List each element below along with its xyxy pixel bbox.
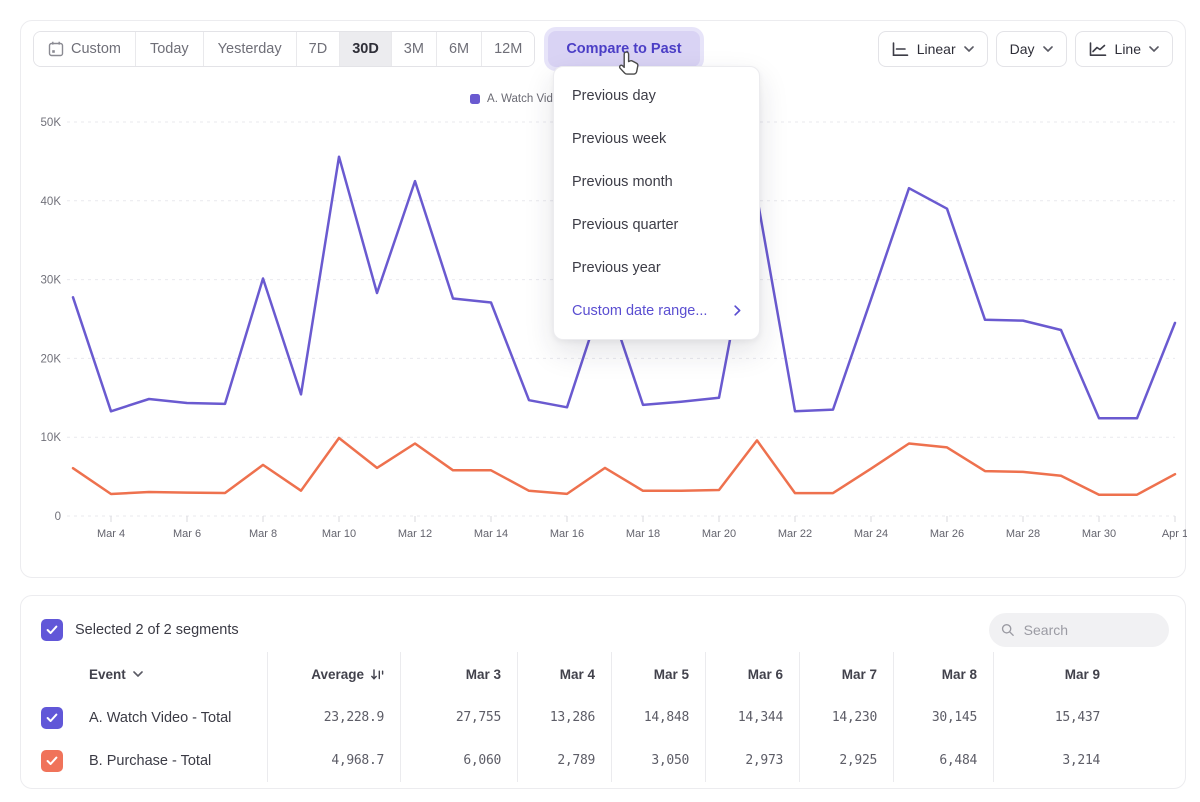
cell-value: 13,286 bbox=[550, 710, 595, 725]
range-label: Custom bbox=[71, 41, 121, 57]
day-column-header: Mar 5 bbox=[612, 652, 706, 696]
chart-type-dropdown[interactable]: Line bbox=[1075, 31, 1173, 67]
cell-value: 6,060 bbox=[463, 753, 501, 768]
day-column-header: Mar 6 bbox=[706, 652, 800, 696]
cell-value: 3,214 bbox=[1062, 753, 1100, 768]
average-column-header[interactable]: Average bbox=[311, 667, 384, 682]
linear-axis-icon bbox=[892, 42, 909, 57]
select-all-checkbox[interactable] bbox=[41, 619, 63, 641]
calendar-icon bbox=[48, 41, 64, 57]
chart-display-controls: Linear Day Line bbox=[878, 31, 1173, 67]
range-custom-button[interactable]: Custom bbox=[34, 32, 136, 66]
selected-summary: Selected 2 of 2 segments bbox=[75, 622, 239, 638]
svg-text:20K: 20K bbox=[41, 353, 62, 365]
analytics-dashboard: { "toolbar": { "date_ranges": ["Custom",… bbox=[0, 0, 1200, 802]
row-label: B. Purchase - Total bbox=[89, 753, 211, 769]
row-checkbox-watch-video[interactable] bbox=[41, 707, 63, 729]
svg-text:Mar 10: Mar 10 bbox=[322, 528, 356, 540]
svg-text:Mar 6: Mar 6 bbox=[173, 528, 201, 540]
svg-text:Mar 18: Mar 18 bbox=[626, 528, 660, 540]
menu-item-previous-quarter[interactable]: Previous quarter bbox=[554, 203, 759, 246]
search-icon bbox=[1001, 622, 1015, 638]
menu-item-custom-date-range[interactable]: Custom date range... bbox=[554, 289, 759, 332]
day-column-header: Mar 3 bbox=[401, 652, 518, 696]
svg-text:40K: 40K bbox=[41, 196, 62, 208]
cell-value: 2,789 bbox=[557, 753, 595, 768]
svg-text:10K: 10K bbox=[41, 432, 62, 444]
menu-item-previous-week[interactable]: Previous week bbox=[554, 117, 759, 160]
svg-text:Mar 16: Mar 16 bbox=[550, 528, 584, 540]
segments-card: Selected 2 of 2 segments Event Average M bbox=[20, 595, 1186, 789]
scale-dropdown[interactable]: Linear bbox=[878, 31, 988, 67]
chevron-right-icon bbox=[734, 305, 741, 316]
range-6m-button[interactable]: 6M bbox=[437, 32, 482, 66]
range-30d-button[interactable]: 30D bbox=[340, 32, 392, 66]
day-column-header: Mar 9 bbox=[994, 652, 1116, 696]
average-value: 4,968.7 bbox=[331, 753, 384, 768]
check-icon bbox=[46, 756, 58, 766]
date-range-group: Custom Today Yesterday 7D 30D 3M 6M 12M bbox=[33, 31, 535, 67]
range-3m-button[interactable]: 3M bbox=[392, 32, 437, 66]
day-column-header: Mar 4 bbox=[518, 652, 612, 696]
cell-value: 2,973 bbox=[745, 753, 783, 768]
svg-text:Mar 30: Mar 30 bbox=[1082, 528, 1116, 540]
range-yesterday-button[interactable]: Yesterday bbox=[204, 32, 297, 66]
cell-value: 2,925 bbox=[839, 753, 877, 768]
row-label: A. Watch Video - Total bbox=[89, 710, 231, 726]
svg-text:Mar 20: Mar 20 bbox=[702, 528, 736, 540]
table-row[interactable]: B. Purchase - Total 4,968.7 6,060 2,789 … bbox=[21, 739, 1186, 782]
average-value: 23,228.9 bbox=[324, 710, 384, 725]
chevron-down-icon bbox=[964, 46, 974, 52]
range-today-button[interactable]: Today bbox=[136, 32, 204, 66]
svg-text:30K: 30K bbox=[41, 275, 62, 287]
event-column-header[interactable]: Event bbox=[89, 667, 143, 682]
svg-text:Mar 12: Mar 12 bbox=[398, 528, 432, 540]
interval-dropdown[interactable]: Day bbox=[996, 31, 1067, 67]
sort-descending-icon bbox=[371, 668, 384, 681]
cell-value: 3,050 bbox=[651, 753, 689, 768]
cell-value: 14,230 bbox=[832, 710, 877, 725]
chart-toolbar: Custom Today Yesterday 7D 30D 3M 6M 12M … bbox=[33, 31, 1173, 67]
svg-text:Mar 22: Mar 22 bbox=[778, 528, 812, 540]
row-checkbox-purchase[interactable] bbox=[41, 750, 63, 772]
search-input[interactable] bbox=[1024, 622, 1157, 638]
svg-text:50K: 50K bbox=[41, 117, 62, 129]
segments-search[interactable] bbox=[989, 613, 1169, 647]
cell-value: 30,145 bbox=[932, 710, 977, 725]
menu-item-previous-year[interactable]: Previous year bbox=[554, 246, 759, 289]
compare-to-past-button[interactable]: Compare to Past bbox=[548, 31, 699, 67]
svg-text:Mar 24: Mar 24 bbox=[854, 528, 888, 540]
segments-header-row: Selected 2 of 2 segments bbox=[41, 608, 1169, 652]
line-chart-icon bbox=[1089, 42, 1107, 57]
chevron-down-icon bbox=[1043, 46, 1053, 52]
svg-text:Mar 26: Mar 26 bbox=[930, 528, 964, 540]
svg-text:0: 0 bbox=[55, 511, 61, 523]
chevron-down-icon bbox=[133, 671, 143, 677]
range-12m-button[interactable]: 12M bbox=[482, 32, 534, 66]
compare-to-past-menu: Previous day Previous week Previous mont… bbox=[553, 66, 760, 340]
svg-text:Mar 28: Mar 28 bbox=[1006, 528, 1040, 540]
table-header-row: Event Average Mar 3 Mar 4 Mar 5 Mar 6 Ma… bbox=[21, 652, 1186, 696]
cell-value: 6,484 bbox=[939, 753, 977, 768]
legend-swatch-purple bbox=[470, 94, 480, 104]
cell-value: 14,848 bbox=[644, 710, 689, 725]
svg-text:Apr 1: Apr 1 bbox=[1162, 528, 1187, 540]
day-column-header: Mar 8 bbox=[894, 652, 994, 696]
menu-item-previous-day[interactable]: Previous day bbox=[554, 74, 759, 117]
range-7d-button[interactable]: 7D bbox=[297, 32, 341, 66]
svg-text:Mar 4: Mar 4 bbox=[97, 528, 125, 540]
check-icon bbox=[46, 625, 58, 635]
cell-value: 14,344 bbox=[738, 710, 783, 725]
menu-item-previous-month[interactable]: Previous month bbox=[554, 160, 759, 203]
check-icon bbox=[46, 713, 58, 723]
cell-value: 15,437 bbox=[1055, 710, 1100, 725]
table-row[interactable]: A. Watch Video - Total 23,228.9 27,755 1… bbox=[21, 696, 1186, 739]
day-column-header: Mar 7 bbox=[800, 652, 894, 696]
segments-table: Event Average Mar 3 Mar 4 Mar 5 Mar 6 Ma… bbox=[21, 652, 1186, 782]
svg-text:Mar 14: Mar 14 bbox=[474, 528, 508, 540]
chevron-down-icon bbox=[1149, 46, 1159, 52]
svg-text:Mar 8: Mar 8 bbox=[249, 528, 277, 540]
cell-value: 27,755 bbox=[456, 710, 501, 725]
